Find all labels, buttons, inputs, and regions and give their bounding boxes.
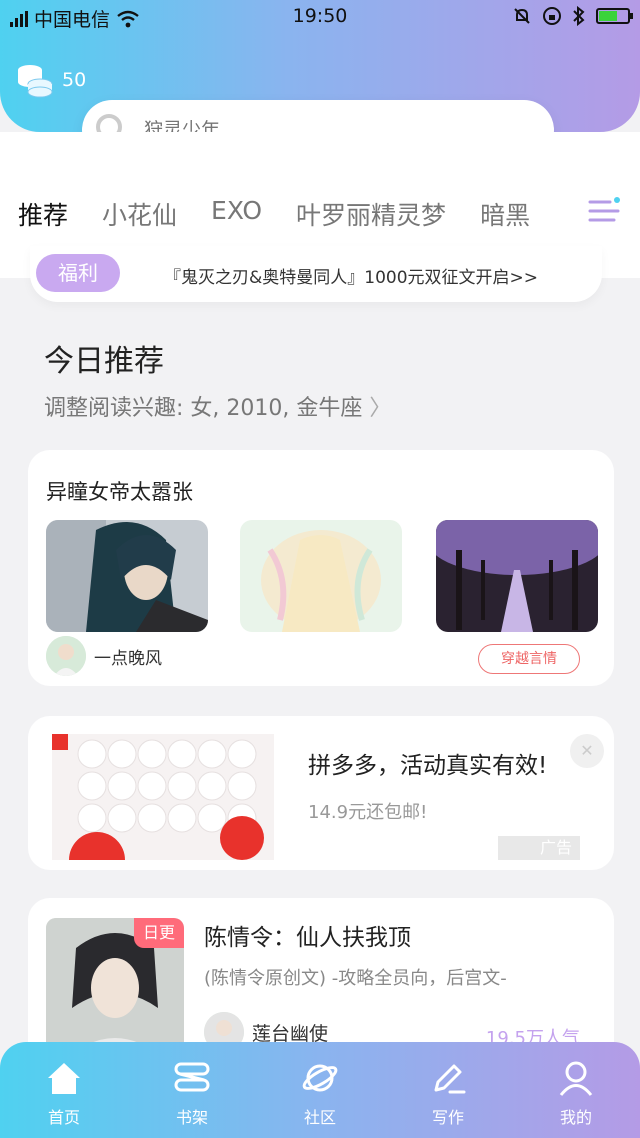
author-avatar [46,636,86,676]
status-right [512,6,633,26]
nav-community[interactable]: 社区 [256,1042,384,1138]
nav-profile[interactable]: 我的 [512,1042,640,1138]
notice-text[interactable]: 『鬼灭之刃&奥特曼同人』1000元双征文开启>> [164,263,538,288]
battery-icon [596,8,633,24]
nav-home[interactable]: 首页 [0,1042,128,1138]
ad-title: 拼多多，活动真实有效! [308,753,548,779]
pen-icon [434,1064,466,1094]
tab-anhei[interactable]: 暗黑 [480,196,530,232]
status-bar: 中国电信 19:50 [0,0,640,34]
ad-subtitle: 14.9元还包邮! [308,802,428,823]
category-tabs: 推荐 小花仙 EXO 叶罗丽精灵梦 暗黑 [18,196,618,232]
user-icon [559,1061,593,1096]
nav-bookshelf-label: 书架 [175,1108,208,1127]
tab-xiaohuaxian[interactable]: 小花仙 [102,196,177,232]
home-icon [48,1063,80,1094]
ad-card[interactable]: 拼多多，活动真实有效! 14.9元还包邮! ✕ 广告 [28,716,614,870]
chevron-right-icon: 〉 [369,396,392,421]
tab-exo[interactable]: EXO [211,196,262,232]
coin-count: 50 [62,69,87,91]
mute-bell-icon [514,8,530,24]
section-title: 今日推荐 [44,344,164,379]
ad-image[interactable] [52,734,274,860]
welfare-pill: 福利 [36,254,120,292]
nav-community-label: 社区 [303,1108,336,1127]
ad-badge: 广告 [498,836,580,860]
tab-recommend[interactable]: 推荐 [18,196,68,232]
planet-icon [302,1064,338,1092]
featured-author[interactable]: 一点晚风 [46,636,162,676]
featured-image-2[interactable] [240,520,402,632]
interest-settings-text: 调整阅读兴趣: 女, 2010, 金牛座 [44,396,363,421]
daily-update-badge: 日更 [134,918,184,948]
nav-write[interactable]: 写作 [384,1042,512,1138]
coin-balance[interactable]: 50 [16,62,86,98]
lock-rotation-icon [543,7,561,25]
featured-image-3[interactable] [436,520,598,632]
notice-banner[interactable]: 福利 『鬼灭之刃&奥特曼同人』1000元双征文开启>> [30,246,602,302]
bluetooth-icon [573,6,585,26]
bottom-navigation: 首页 书架 社区 写作 我的 [0,1042,640,1138]
category-menu-icon[interactable] [586,194,622,228]
book-description: (陈情令原创文) -攻略全员向，后宫文- [204,968,507,989]
bookshelf-icon [174,1062,210,1092]
author-name: 一点晚风 [94,648,162,669]
nav-profile-label: 我的 [559,1108,592,1127]
featured-image-1[interactable] [46,520,208,632]
featured-book-title: 异瞳女帝太嚣张 [46,480,193,504]
close-icon[interactable]: ✕ [570,734,604,768]
nav-write-label: 写作 [431,1108,464,1127]
nav-bookshelf[interactable]: 书架 [128,1042,256,1138]
interest-settings-link[interactable]: 调整阅读兴趣: 女, 2010, 金牛座 〉 [44,390,391,422]
tab-yeluoli[interactable]: 叶罗丽精灵梦 [296,196,446,232]
book-title: 陈情令：仙人扶我顶 [204,925,411,951]
genre-tag[interactable]: 穿越言情 [478,644,580,674]
nav-home-label: 首页 [47,1108,80,1127]
coins-icon [18,65,53,98]
featured-book-card[interactable]: 异瞳女帝太嚣张 一点晚风 穿越言情 [28,450,614,686]
